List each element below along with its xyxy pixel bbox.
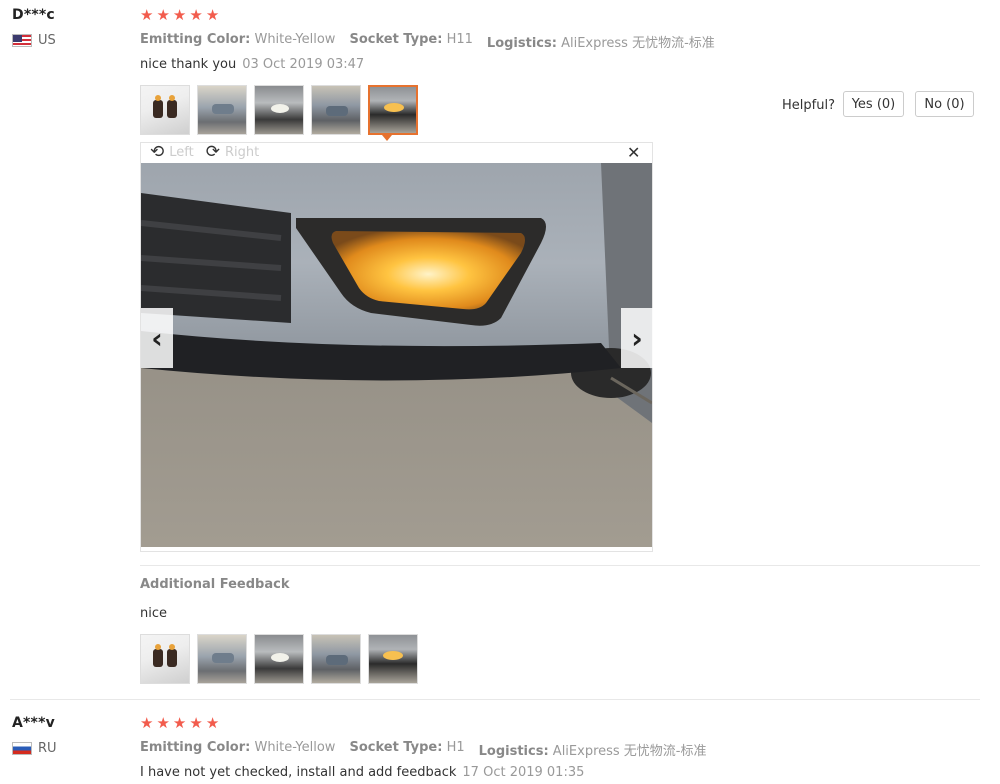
- star-icon: ★: [156, 714, 170, 732]
- helpful-label: Helpful?: [782, 98, 835, 113]
- photo-thumbnail[interactable]: [140, 634, 190, 684]
- rotate-left-icon: ⟲: [150, 142, 165, 162]
- chevron-right-icon: ›: [631, 321, 643, 355]
- rotate-right-icon: ⟳: [205, 142, 220, 162]
- review-body: I have not yet checked, install and add …: [140, 765, 584, 780]
- attribute-value: White-Yellow: [254, 32, 336, 47]
- product-attributes: Emitting Color: White-Yellow Socket Type…: [140, 32, 715, 51]
- reviewer-name: A***v: [12, 715, 55, 731]
- attribute-key: Emitting Color:: [140, 32, 251, 47]
- attribute-key: Socket Type:: [349, 32, 443, 47]
- rotate-left-label: Left: [169, 144, 194, 160]
- fog-light-photo: [141, 163, 652, 547]
- viewer-toolbar: ⟲ Left ⟳ Right: [150, 142, 259, 162]
- star-icon: ★: [205, 6, 220, 24]
- attribute-socket-type: Socket Type: H11: [349, 32, 472, 51]
- photo-thumbnail[interactable]: [368, 634, 418, 684]
- review-date: 17 Oct 2019 01:35: [462, 765, 585, 780]
- photo-thumbnail[interactable]: [254, 634, 304, 684]
- attribute-logistics: Logistics: AliExpress 无忧物流-标准: [487, 32, 715, 51]
- country-code: US: [38, 33, 56, 48]
- reviewer-country: RU: [12, 741, 57, 756]
- star-icon: ★: [172, 714, 187, 732]
- star-icon: ★: [156, 6, 170, 24]
- attribute-value: AliExpress 无忧物流-标准: [552, 744, 707, 759]
- additional-feedback-text: nice: [140, 606, 167, 621]
- attribute-socket-type: Socket Type: H1: [349, 740, 464, 759]
- star-icon: ★: [205, 714, 220, 732]
- photo-thumbnail[interactable]: [311, 634, 361, 684]
- country-code: RU: [38, 741, 57, 756]
- reviewer-country: US: [12, 33, 56, 48]
- attribute-value: White-Yellow: [254, 740, 336, 755]
- selected-indicator-caret: [382, 135, 392, 141]
- photo-thumbnail[interactable]: [197, 85, 247, 135]
- rotate-right-control[interactable]: ⟳ Right: [206, 142, 259, 162]
- helpful-yes-button[interactable]: Yes (0): [843, 91, 904, 117]
- attribute-value: H1: [446, 740, 465, 755]
- attribute-key: Logistics:: [478, 744, 549, 759]
- star-icon: ★: [189, 714, 203, 732]
- photo-thumbnail[interactable]: [254, 85, 304, 135]
- rotate-right-label: Right: [224, 144, 260, 160]
- review-photo-thumbnails: [140, 85, 418, 135]
- star-icon: ★: [172, 6, 187, 24]
- photo-thumbnail[interactable]: [197, 634, 247, 684]
- product-attributes: Emitting Color: White-Yellow Socket Type…: [140, 740, 707, 759]
- close-icon[interactable]: ✕: [627, 143, 640, 162]
- next-photo-button[interactable]: ›: [621, 308, 653, 368]
- review-text: nice thank you: [140, 57, 237, 72]
- additional-feedback-title: Additional Feedback: [140, 577, 290, 592]
- previous-photo-button[interactable]: ‹: [141, 308, 173, 368]
- star-icon: ★: [140, 6, 154, 24]
- review-text: I have not yet checked, install and add …: [140, 765, 457, 780]
- photo-thumbnail[interactable]: [140, 85, 190, 135]
- us-flag-icon: [12, 34, 32, 47]
- attribute-logistics: Logistics: AliExpress 无忧物流-标准: [479, 740, 707, 759]
- review-date: 03 Oct 2019 03:47: [242, 57, 365, 72]
- helpful-no-button[interactable]: No (0): [915, 91, 974, 117]
- ru-flag-icon: [12, 742, 32, 755]
- reviewer-name: D***c: [12, 7, 55, 23]
- star-icon: ★: [140, 714, 154, 732]
- divider: [140, 565, 980, 566]
- attribute-emitting-color: Emitting Color: White-Yellow: [140, 740, 335, 759]
- photo-thumbnail[interactable]: [311, 85, 361, 135]
- attribute-key: Emitting Color:: [140, 740, 251, 755]
- chevron-left-icon: ‹: [151, 321, 163, 355]
- star-rating: ★ ★ ★ ★ ★: [140, 716, 219, 731]
- star-icon: ★: [189, 6, 203, 24]
- rotate-left-control[interactable]: ⟲ Left: [150, 142, 194, 162]
- review-body: nice thank you 03 Oct 2019 03:47: [140, 57, 364, 72]
- attribute-key: Logistics:: [486, 36, 557, 51]
- attribute-value: AliExpress 无忧物流-标准: [561, 36, 715, 51]
- attribute-emitting-color: Emitting Color: White-Yellow: [140, 32, 335, 51]
- review-photo-large: [141, 163, 652, 547]
- additional-feedback-thumbnails: [140, 634, 418, 684]
- attribute-key: Socket Type:: [349, 740, 443, 755]
- review-separator: [10, 699, 980, 700]
- photo-thumbnail-selected[interactable]: [368, 85, 418, 135]
- attribute-value: H11: [446, 32, 473, 47]
- star-rating: ★ ★ ★ ★ ★: [140, 8, 219, 23]
